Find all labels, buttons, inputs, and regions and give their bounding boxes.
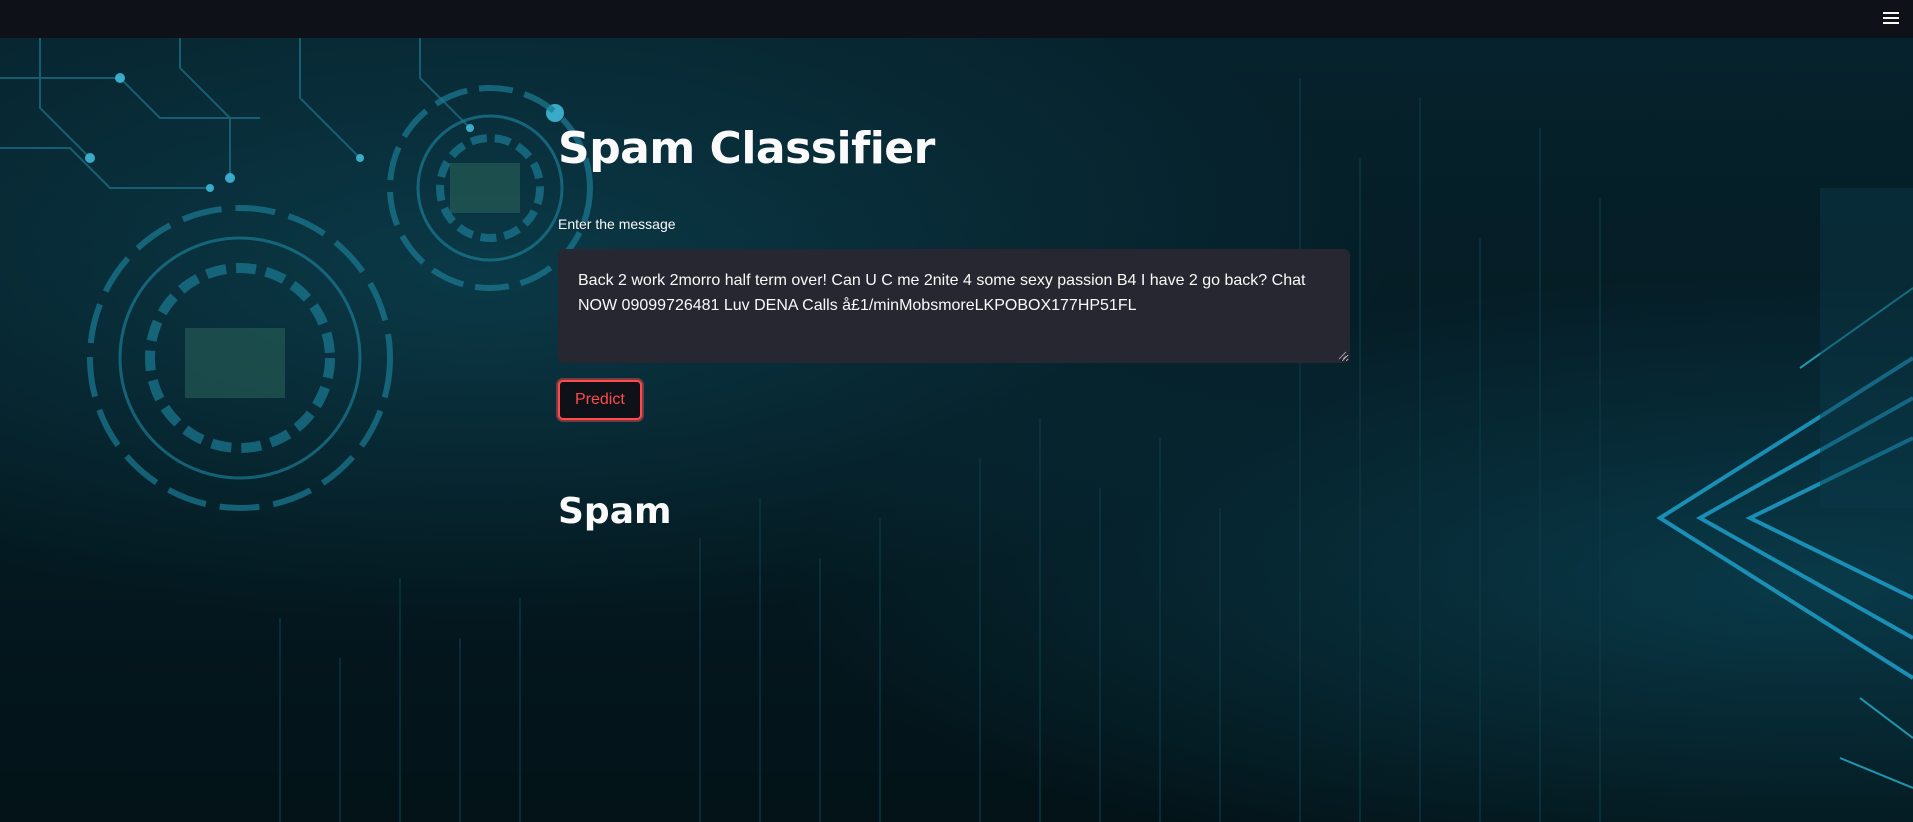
hamburger-menu-icon[interactable]	[1879, 6, 1903, 30]
background-image	[0, 38, 1913, 822]
prediction-result: Spam	[558, 491, 672, 532]
message-textarea[interactable]: Back 2 work 2morro half term over! Can U…	[558, 249, 1350, 363]
predict-button[interactable]: Predict	[558, 380, 642, 420]
message-input-label: Enter the message	[558, 216, 676, 232]
top-bar	[0, 0, 1913, 38]
page-title: Spam Classifier	[558, 123, 935, 174]
